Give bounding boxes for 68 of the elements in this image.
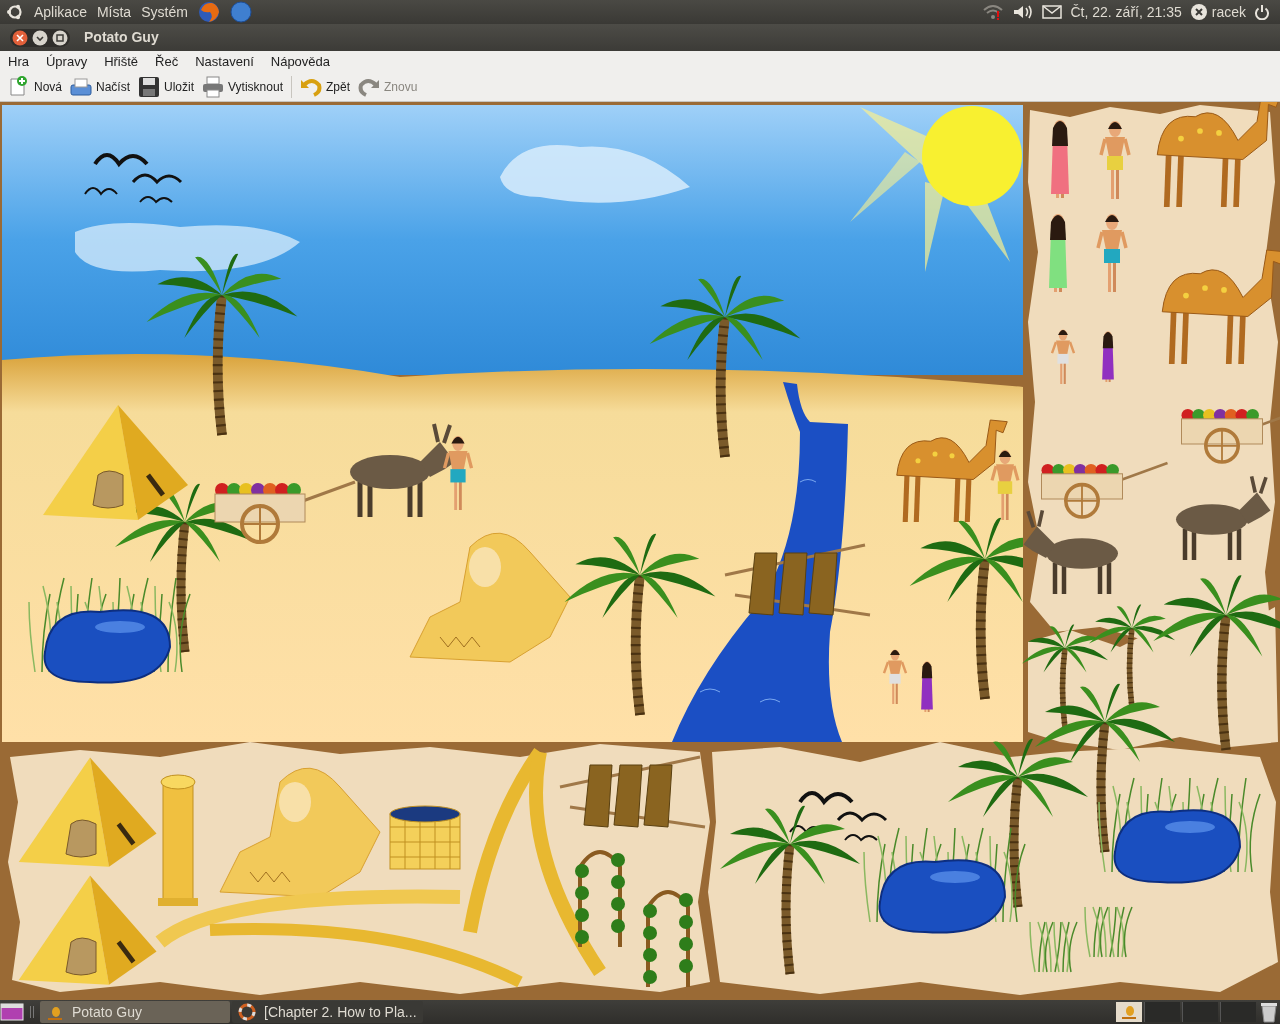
camel[interactable] (1161, 249, 1280, 365)
power-icon[interactable] (1254, 4, 1270, 20)
toolbar-button[interactable]: Nová (4, 73, 66, 100)
woman-figure[interactable] (1102, 331, 1114, 382)
user-name[interactable]: racek (1211, 1, 1246, 23)
close-button[interactable] (12, 29, 28, 46)
menu-item[interactable]: Nastavení (191, 51, 258, 72)
man-figure[interactable] (1096, 214, 1128, 292)
vine-arch[interactable] (575, 850, 625, 947)
toolbar-button[interactable]: Zpět (295, 73, 354, 100)
palm-tree[interactable] (1021, 624, 1109, 729)
panel-menu[interactable]: Aplikace (34, 1, 87, 23)
status-icon[interactable] (1189, 3, 1208, 21)
woman-figure[interactable] (1049, 214, 1067, 292)
toolbar-button[interactable]: Načíst (66, 73, 135, 100)
birds[interactable] (789, 791, 887, 841)
pond[interactable] (1098, 777, 1261, 884)
palm-tree[interactable] (948, 738, 1088, 908)
mail-icon[interactable] (1042, 4, 1063, 20)
pyramid[interactable] (18, 875, 157, 985)
panel-menu[interactable]: Místa (96, 1, 132, 23)
browser-globe-icon[interactable] (197, 1, 220, 23)
man-figure[interactable] (1050, 329, 1076, 384)
wifi-icon[interactable] (982, 3, 1005, 21)
donkey[interactable] (1023, 508, 1118, 594)
man-figure[interactable] (1099, 121, 1131, 199)
pond[interactable] (863, 827, 1026, 934)
brick-well[interactable] (389, 805, 461, 870)
toolbar-button[interactable]: Uložit (134, 73, 199, 100)
taskbar-button[interactable]: Potato Guy (40, 1001, 230, 1023)
taskbar-button[interactable]: [Chapter 2. How to Pla... (232, 1001, 423, 1023)
donkey[interactable] (1176, 474, 1271, 560)
clock[interactable]: Čt, 22. září, 21:35 (1070, 1, 1182, 23)
sand-path[interactable] (463, 748, 606, 976)
grass-tuft[interactable] (1084, 906, 1133, 958)
minimize-button[interactable] (32, 29, 48, 46)
menu-item[interactable]: Úpravy (41, 51, 92, 72)
fruit-cart[interactable] (1181, 406, 1280, 464)
wooden-bridge[interactable] (558, 755, 707, 829)
menu-item[interactable]: Řeč (151, 51, 183, 72)
printer-icon (202, 75, 225, 98)
menu-item[interactable]: Hra (4, 51, 33, 72)
new-document-icon (8, 75, 30, 98)
potato-figure-icon (1121, 1004, 1137, 1020)
vine-arch[interactable] (643, 890, 693, 987)
woman-figure (921, 661, 933, 712)
window-title: Potato Guy (84, 28, 159, 47)
man-figure (882, 649, 908, 704)
toolbar-button[interactable]: Vytisknout (198, 73, 287, 100)
grass-tuft[interactable] (1029, 921, 1078, 973)
menu-item[interactable]: Hřiště (100, 51, 143, 72)
palm-tree[interactable] (1153, 575, 1280, 751)
workspace-switcher[interactable] (1116, 1002, 1256, 1022)
printer-tray-icon (70, 75, 92, 98)
palm-tree[interactable] (1035, 683, 1175, 853)
ubuntu-logo-icon[interactable] (6, 3, 24, 21)
palm-tree[interactable] (720, 805, 860, 975)
woman-figure[interactable] (1051, 120, 1069, 198)
menu-item[interactable]: Nápověda (266, 51, 335, 72)
show-desktop-icon[interactable] (0, 1003, 24, 1021)
maximize-button[interactable] (52, 29, 68, 46)
fruit-cart[interactable] (1041, 461, 1168, 519)
panel-menu[interactable]: Systém (141, 1, 188, 23)
lifebuoy-icon (238, 1003, 256, 1021)
man-figure (990, 449, 1020, 520)
camel[interactable] (1156, 102, 1280, 208)
trash-icon[interactable] (1258, 1001, 1280, 1023)
volume-icon[interactable] (1012, 3, 1035, 21)
